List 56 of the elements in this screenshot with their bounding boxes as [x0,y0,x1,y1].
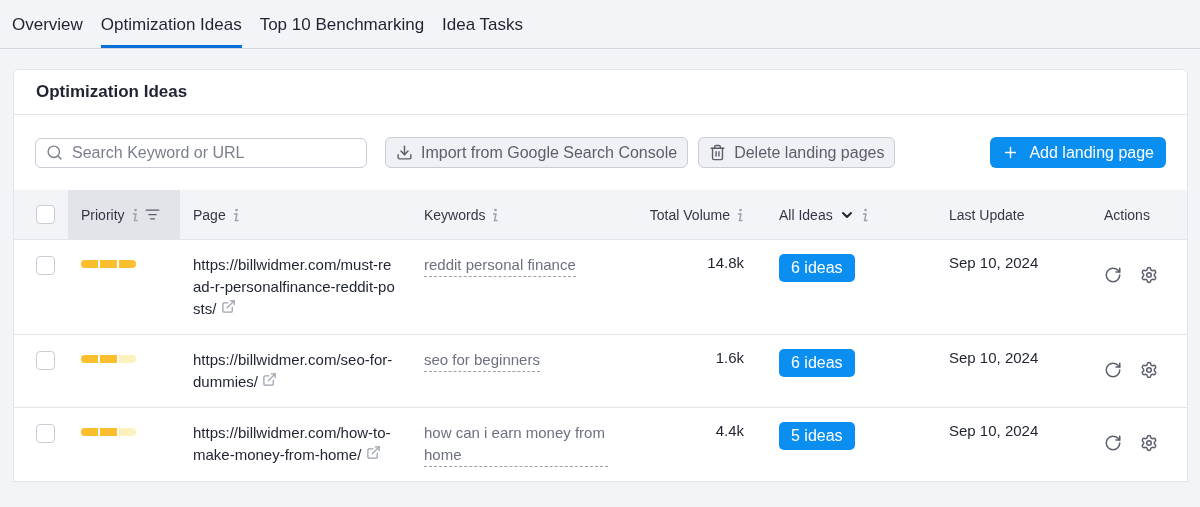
update-date: Sep 10, 2024 [949,254,1039,271]
column-header: Keywords [424,206,486,223]
settings-icon[interactable] [1140,361,1158,379]
info-icon[interactable] [736,207,744,222]
checkbox[interactable] [36,424,55,443]
tab[interactable]: Overview [12,0,83,48]
sort-icon[interactable] [144,207,160,222]
panel-title: Optimization Ideas [14,70,1187,115]
info-icon[interactable] [130,207,139,222]
keyword-link[interactable]: how can i earn money from home [424,422,608,467]
keyword-link[interactable]: reddit personal finance [424,254,576,277]
volume-value: 14.8k [707,254,744,271]
import-button[interactable]: Import from Google Search Console [385,137,689,168]
search-field[interactable]: Search Keyword or URL [35,137,367,168]
download-icon [396,144,413,161]
refresh-icon[interactable] [1104,361,1122,379]
external-link-icon[interactable] [365,445,381,460]
settings-icon[interactable] [1140,266,1158,284]
column-header: Last Update [949,206,1025,223]
trash-icon [709,144,727,161]
volume-value: 4.4k [715,422,744,439]
checkbox[interactable] [36,205,55,224]
ideas-badge[interactable]: 5 ideas [779,422,855,450]
keyword-link[interactable]: seo for beginners [424,349,540,372]
volume-value: 1.6k [715,349,744,366]
info-icon[interactable] [860,207,869,222]
column-header[interactable]: All Ideas [779,206,833,223]
update-date: Sep 10, 2024 [949,422,1039,439]
tab[interactable]: Idea Tasks [442,0,524,48]
column-header: Page [193,206,226,223]
ideas-badge[interactable]: 6 ideas [779,254,855,282]
update-date: Sep 10, 2024 [949,349,1039,366]
tab[interactable]: Optimization Ideas [100,0,242,48]
checkbox[interactable] [36,351,55,370]
page-url[interactable]: https://billwidmer.com/how-to-make-money-from-home/ [193,422,398,466]
external-link-icon[interactable] [262,372,278,387]
delete-button[interactable]: Delete landing pages [698,137,896,168]
settings-icon[interactable] [1140,434,1158,452]
page-url[interactable]: https://billwidmer.com/seo-for-dummies/ [193,349,398,393]
info-icon[interactable] [491,207,500,222]
column-header: Actions [1104,206,1150,223]
page-url[interactable]: https://billwidmer.com/must-read-r-personalfinance-reddit-posts/ [193,254,398,320]
priority-meter [81,428,136,436]
search-icon [46,143,63,161]
info-icon[interactable] [231,207,240,222]
priority-meter [81,355,136,363]
refresh-icon[interactable] [1104,434,1122,452]
tab[interactable]: Top 10 Benchmarking [259,0,425,48]
priority-meter [81,260,136,268]
ideas-badge[interactable]: 6 ideas [779,349,855,377]
column-header: Total Volume [649,206,730,223]
refresh-icon[interactable] [1104,266,1122,284]
external-link-icon[interactable] [220,299,236,314]
add-landing-page-button[interactable]: Add landing page [990,137,1166,168]
checkbox[interactable] [36,256,55,275]
column-header: Priority [81,206,125,223]
